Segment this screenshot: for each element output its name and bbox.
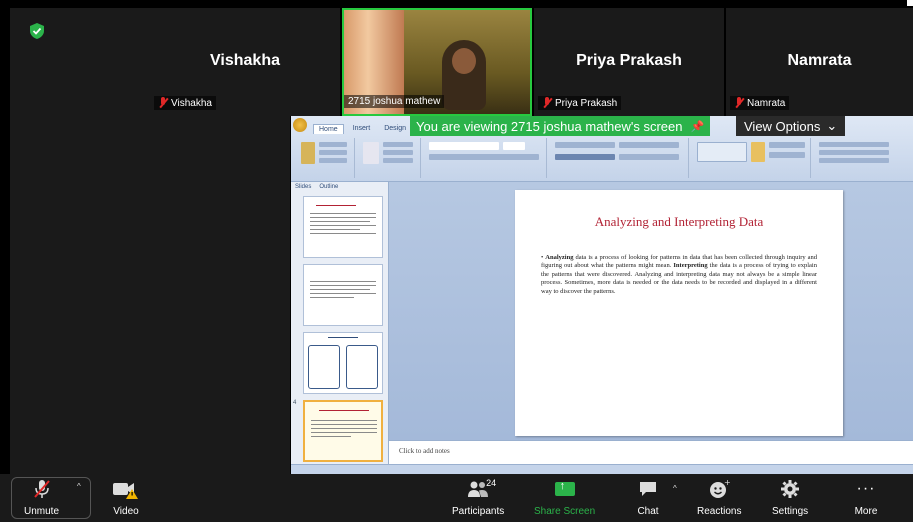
unmute-label: Unmute	[24, 506, 60, 517]
participants-button[interactable]: 24 Participants	[452, 478, 504, 517]
reactions-button[interactable]: + Reactions	[697, 478, 741, 517]
panel-tab-slides[interactable]: Slides	[295, 184, 311, 190]
notes-placeholder: Click to add notes	[399, 447, 450, 455]
smiley-plus-icon: +	[705, 478, 733, 500]
thumb-box-left	[308, 345, 340, 389]
muted-mic-icon	[734, 97, 744, 109]
ribbon-tab-design[interactable]: Design	[379, 124, 411, 134]
settings-label: Settings	[772, 506, 809, 517]
ribbon-group-slides	[357, 138, 421, 178]
slide-title: Analyzing and Interpreting Data	[594, 214, 764, 229]
chat-icon	[634, 478, 662, 500]
shield-check-icon[interactable]	[28, 22, 46, 40]
participant-label: Priya Prakash	[538, 96, 622, 110]
slide-body-term-interpreting: Interpreting	[673, 262, 708, 270]
more-label: More	[854, 506, 878, 517]
slide-editing-area[interactable]: Analyzing and Interpreting Data • Analyz…	[389, 182, 913, 440]
ribbon-tab-insert[interactable]: Insert	[348, 124, 376, 134]
ribbon-group-editing	[813, 138, 907, 178]
view-options-button[interactable]: View Options ⌄	[736, 116, 846, 136]
window-edge	[907, 0, 913, 6]
slide-thumbnail[interactable]	[303, 264, 383, 326]
shared-screen[interactable]: Home Insert Design Slides Outline 4 Anal…	[291, 116, 913, 474]
pin-icon: 📌	[690, 120, 705, 133]
participant-name: Namrata	[787, 52, 852, 69]
panel-tabs: Slides Outline	[295, 184, 338, 190]
notes-pane[interactable]: Click to add notes	[389, 440, 913, 464]
participant-label-text: Vishakha	[171, 97, 212, 109]
ribbon-tab-home[interactable]: Home	[313, 124, 344, 134]
ellipsis-icon: ···	[856, 480, 876, 497]
ppt-status-bar	[291, 464, 913, 474]
ribbon-group-drawing	[691, 138, 811, 178]
chevron-down-icon: ⌄	[826, 118, 838, 133]
svg-text:+: +	[724, 479, 730, 487]
slide-thumbnail[interactable]	[303, 332, 383, 394]
participant-tile-vishakha[interactable]: Vishakha Vishakha	[150, 8, 340, 116]
participants-label: Participants	[452, 506, 505, 517]
ribbon-group-clipboard	[295, 138, 355, 178]
participants-icon: 24	[458, 478, 498, 500]
video-label: Video	[113, 506, 139, 517]
chevron-up-icon[interactable]: ^	[77, 482, 81, 491]
slide-number: 4	[293, 400, 297, 406]
chevron-up-icon[interactable]: ^	[673, 484, 677, 493]
settings-button[interactable]: Settings	[772, 478, 808, 517]
office-button-icon[interactable]	[293, 118, 307, 132]
chat-button[interactable]: Chat	[634, 478, 662, 517]
participant-tile-priya[interactable]: Priya Prakash Priya Prakash	[534, 8, 724, 116]
slide-thumbnail[interactable]	[303, 196, 383, 258]
reactions-label: Reactions	[697, 506, 742, 517]
slide-body-term-analyzing: Analyzing	[545, 254, 574, 261]
microphone-muted-icon	[28, 478, 56, 500]
share-banner: You are viewing 2715 joshua mathew's scr…	[410, 116, 711, 136]
muted-mic-icon	[158, 97, 168, 109]
participant-tile-namrata[interactable]: Namrata Namrata	[726, 8, 913, 116]
chat-label: Chat	[637, 506, 659, 517]
video-face	[452, 48, 476, 74]
share-banner-text: You are viewing 2715 joshua mathew's scr…	[416, 118, 683, 134]
participant-name: Vishakha	[210, 52, 280, 69]
participant-tile-joshua-video[interactable]: 2715 joshua mathew	[342, 8, 532, 116]
slide-body: • Analyzing data is a process of looking…	[541, 254, 818, 295]
more-button[interactable]: ··· More	[852, 478, 880, 517]
slide-thumbnail-selected[interactable]	[303, 400, 383, 462]
ribbon-tabs: Home Insert Design	[313, 124, 411, 134]
share-screen-label: Share Screen	[534, 506, 596, 517]
participant-label-text: Namrata	[747, 97, 786, 109]
muted-mic-icon	[542, 97, 552, 109]
participant-label: 2715 joshua mathew	[344, 95, 445, 108]
panel-tab-outline[interactable]: Outline	[319, 184, 338, 190]
participant-label-text: 2715 joshua mathew	[348, 96, 441, 107]
participants-count: 24	[486, 478, 497, 488]
participant-name: Priya Prakash	[576, 52, 682, 69]
slides-panel: Slides Outline 4	[291, 182, 389, 464]
share-screen-button[interactable]: Share Screen	[534, 478, 595, 517]
participant-label: Namrata	[730, 96, 790, 110]
thumb-box-right	[346, 345, 378, 389]
video-camera-icon	[112, 478, 140, 500]
video-button[interactable]: Video	[112, 478, 140, 517]
current-slide[interactable]: Analyzing and Interpreting Data • Analyz…	[515, 190, 843, 436]
gear-icon	[776, 478, 804, 500]
unmute-button[interactable]: Unmute	[24, 478, 59, 517]
share-screen-icon	[551, 478, 579, 500]
view-options-label: View Options	[744, 118, 821, 134]
participant-label: Vishakha	[154, 96, 216, 110]
ribbon-group-paragraph	[549, 138, 689, 178]
ribbon-group-font	[423, 138, 547, 178]
meeting-toolbar: Unmute ^ Video 24 Participants Share Scr…	[0, 474, 913, 522]
participant-label-text: Priya Prakash	[555, 97, 618, 109]
